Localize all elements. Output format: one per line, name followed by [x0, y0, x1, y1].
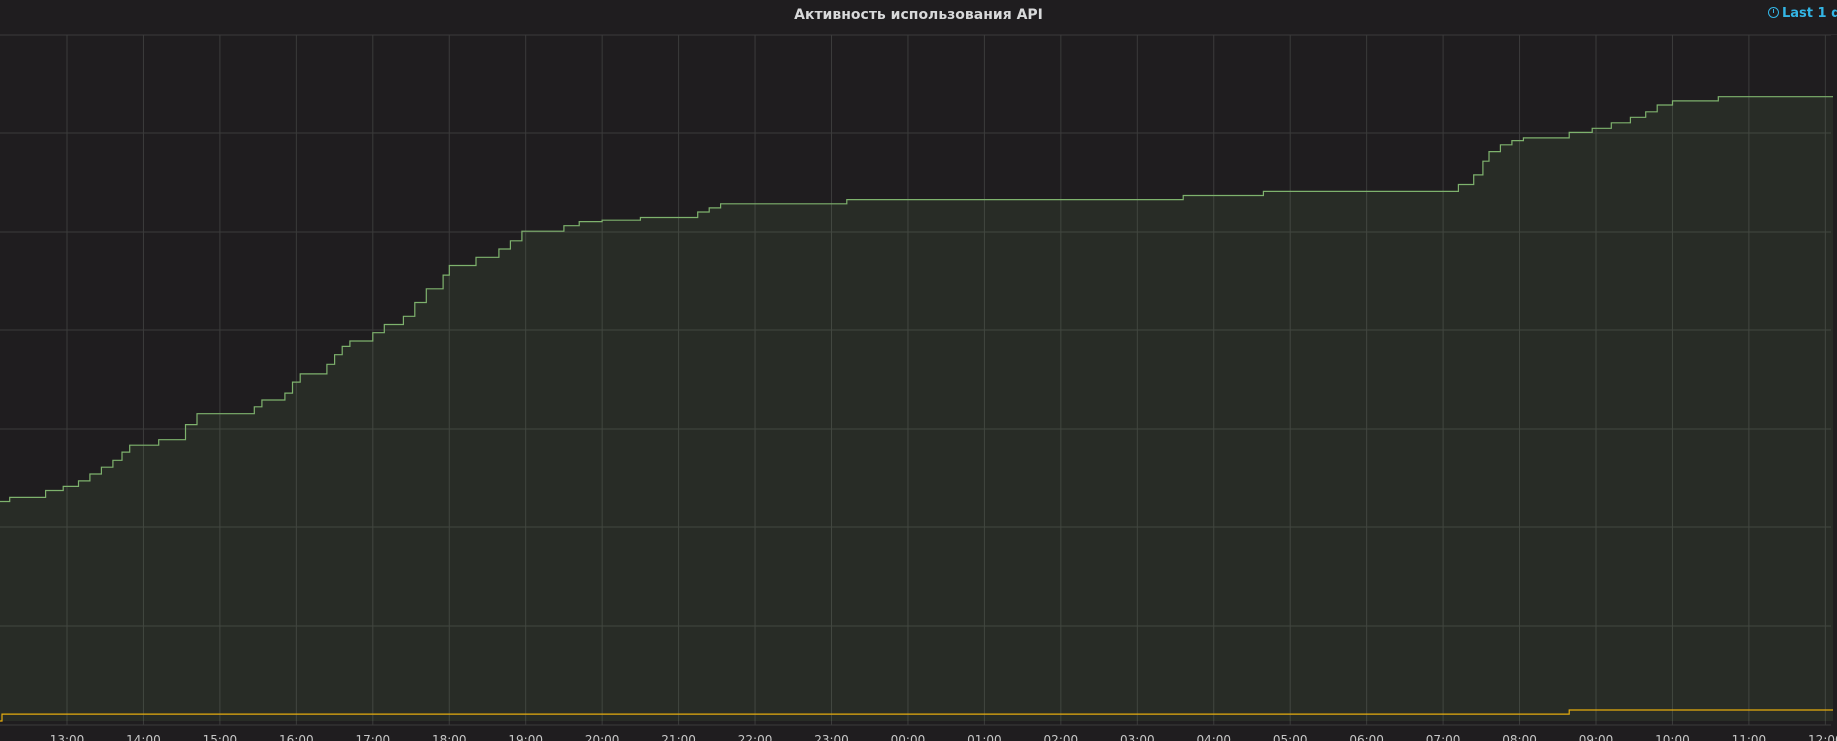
x-tick-label: 12:00 — [1808, 733, 1837, 741]
time-range-indicator[interactable]: Last 1 day — [1768, 6, 1837, 21]
x-tick-label: 09:00 — [1579, 733, 1614, 741]
graph-panel: 13:00 14:00 15:00 16:00 17:00 18:00 19:00 20:00… — [0, 0, 1837, 741]
clock-icon — [1768, 7, 1779, 18]
x-tick-label: 21:00 — [661, 733, 696, 741]
x-tick-label: 23:00 — [814, 733, 849, 741]
x-tick-label: 13:00 — [50, 733, 85, 741]
x-tick-label: 11:00 — [1732, 733, 1767, 741]
x-tick-label: 07:00 — [1426, 733, 1461, 741]
time-range-label: Last 1 day — [1782, 6, 1837, 21]
x-tick-label: 02:00 — [1044, 733, 1079, 741]
x-tick-label: 18:00 — [432, 733, 467, 741]
chart-svg[interactable]: 13:00 14:00 15:00 16:00 17:00 18:00 19:00 20:00… — [0, 0, 1837, 741]
x-tick-label: 01:00 — [967, 733, 1002, 741]
x-tick-label: 19:00 — [508, 733, 543, 741]
panel-header: Активность использования API Last 1 day — [0, 0, 1837, 35]
x-tick-label: 22:00 — [738, 733, 773, 741]
panel-title[interactable]: Активность использования API — [0, 7, 1837, 23]
x-tick-label: 10:00 — [1655, 733, 1690, 741]
x-tick-label: 05:00 — [1273, 733, 1308, 741]
x-tick-label: 04:00 — [1196, 733, 1231, 741]
x-tick-label: 06:00 — [1349, 733, 1384, 741]
x-tick-label: 16:00 — [279, 733, 314, 741]
x-tick-label: 08:00 — [1502, 733, 1537, 741]
x-tick-label: 00:00 — [891, 733, 926, 741]
x-tick-label: 03:00 — [1120, 733, 1155, 741]
x-tick-label: 17:00 — [356, 733, 391, 741]
x-tick-label: 14:00 — [126, 733, 161, 741]
x-tick-label: 20:00 — [585, 733, 620, 741]
x-tick-label: 15:00 — [203, 733, 238, 741]
series-0-area — [0, 96, 1833, 721]
series-layer — [0, 96, 1833, 722]
x-axis-ticks: 13:00 14:00 15:00 16:00 17:00 18:00 19:00 20:00… — [50, 733, 1837, 741]
